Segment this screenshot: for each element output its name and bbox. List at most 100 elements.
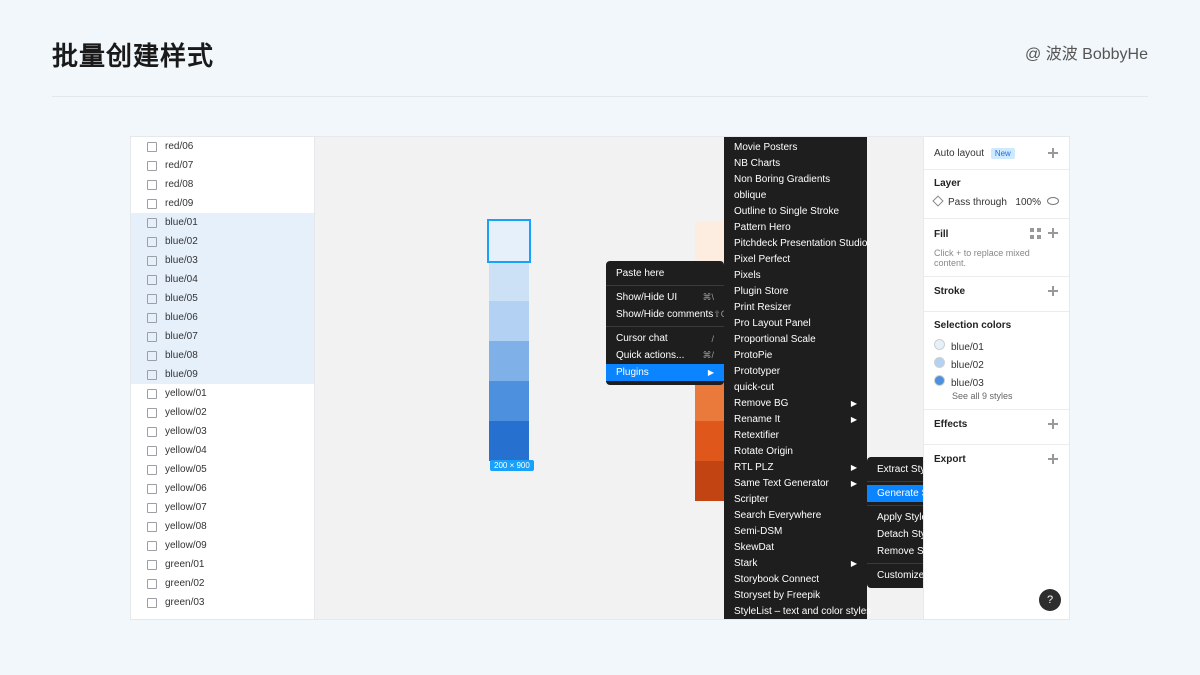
layer-row[interactable]: green/01: [131, 555, 314, 574]
plus-icon[interactable]: [1047, 418, 1059, 430]
layer-name: blue/03: [165, 255, 198, 266]
color-chip: [934, 375, 945, 386]
plugin-menu-item[interactable]: Rotate Origin: [724, 443, 867, 459]
menu-paste-here[interactable]: Paste here: [606, 265, 724, 282]
layer-row[interactable]: green/03: [131, 593, 314, 612]
eye-icon[interactable]: [1047, 197, 1059, 205]
layer-row[interactable]: red/09: [131, 194, 314, 213]
menu-label: Show/Hide UI: [616, 292, 677, 303]
plugin-menu-item[interactable]: SkewDat: [724, 539, 867, 555]
blue-swatch-column[interactable]: [489, 221, 529, 461]
layer-row[interactable]: yellow/07: [131, 498, 314, 517]
design-panel: Auto layout New Layer Pass through 100% …: [923, 137, 1069, 619]
menu-quick-actions[interactable]: Quick actions...⌘/: [606, 347, 724, 364]
layer-name: blue/06: [165, 312, 198, 323]
menu-showhide-comments[interactable]: Show/Hide comments⇧C: [606, 306, 724, 323]
layer-row[interactable]: red/08: [131, 175, 314, 194]
opacity-value[interactable]: 100%: [1015, 197, 1041, 208]
layer-row[interactable]: blue/08: [131, 346, 314, 365]
plugin-menu-item[interactable]: Storyset by Freepik: [724, 587, 867, 603]
plugin-menu-item[interactable]: Semi-DSM: [724, 523, 867, 539]
layer-name: red/09: [165, 198, 193, 209]
frame-icon: [147, 503, 157, 513]
frame-icon: [147, 427, 157, 437]
frame-icon: [147, 332, 157, 342]
plugin-menu-item[interactable]: Pixels: [724, 267, 867, 283]
color-swatch[interactable]: [489, 381, 529, 421]
plugin-menu-item[interactable]: Pro Layout Panel: [724, 315, 867, 331]
layer-row[interactable]: blue/05: [131, 289, 314, 308]
plugin-menu-item[interactable]: Retextifier: [724, 427, 867, 443]
layer-row[interactable]: yellow/06: [131, 479, 314, 498]
plugin-menu-item[interactable]: StyleList – text and color styles: [724, 603, 867, 619]
plugin-menu-item[interactable]: Movie Posters: [724, 139, 867, 155]
layer-row[interactable]: yellow/01: [131, 384, 314, 403]
plugin-menu-item[interactable]: Pixel Perfect: [724, 251, 867, 267]
see-all-styles-link[interactable]: See all 9 styles: [952, 391, 1059, 401]
color-swatch[interactable]: [489, 421, 529, 461]
plugin-menu-item[interactable]: Stark▶: [724, 555, 867, 571]
blend-mode-icon: [932, 195, 943, 206]
menu-plugins[interactable]: Plugins▶: [606, 364, 724, 381]
color-swatch[interactable]: [489, 341, 529, 381]
blend-mode-value[interactable]: Pass through: [948, 197, 1007, 208]
layer-row[interactable]: yellow/02: [131, 403, 314, 422]
frame-icon: [147, 522, 157, 532]
plugin-menu-item[interactable]: Non Boring Gradients: [724, 171, 867, 187]
chevron-right-icon: ▶: [851, 399, 857, 408]
plugin-menu-item[interactable]: Search Everywhere: [724, 507, 867, 523]
layer-row[interactable]: yellow/08: [131, 517, 314, 536]
menu-label: Retextifier: [734, 430, 779, 441]
plugin-menu-item[interactable]: Plugin Store: [724, 283, 867, 299]
style-grid-icon[interactable]: [1030, 228, 1041, 239]
plugin-menu-item[interactable]: ProtoPie: [724, 347, 867, 363]
selection-color-row[interactable]: blue/02: [934, 355, 1059, 373]
layer-row[interactable]: blue/02: [131, 232, 314, 251]
selection-color-row[interactable]: blue/03: [934, 373, 1059, 391]
color-swatch[interactable]: [489, 261, 529, 301]
menu-cursor-chat[interactable]: Cursor chat/: [606, 330, 724, 347]
layer-row[interactable]: red/06: [131, 137, 314, 156]
menu-showhide-ui[interactable]: Show/Hide UI⌘\: [606, 289, 724, 306]
plus-icon[interactable]: [1047, 147, 1059, 159]
layer-row[interactable]: yellow/05: [131, 460, 314, 479]
layer-row[interactable]: blue/07: [131, 327, 314, 346]
menu-label: Outline to Single Stroke: [734, 206, 839, 217]
plus-icon[interactable]: [1047, 227, 1059, 239]
color-swatch[interactable]: [489, 301, 529, 341]
layer-row[interactable]: yellow/09: [131, 536, 314, 555]
plus-icon[interactable]: [1047, 285, 1059, 297]
layer-row[interactable]: yellow/04: [131, 441, 314, 460]
plugin-menu-item[interactable]: Pattern Hero: [724, 219, 867, 235]
plus-icon[interactable]: [1047, 453, 1059, 465]
canvas[interactable]: 200 × 900 Paste here Show/Hide UI⌘\ Show…: [315, 137, 923, 619]
frame-icon: [147, 465, 157, 475]
selection-color-row[interactable]: blue/01: [934, 337, 1059, 355]
plugin-menu-item[interactable]: RTL PLZ▶: [724, 459, 867, 475]
plugin-menu-item[interactable]: Pitchdeck Presentation Studio: [724, 235, 867, 251]
plugin-menu-item[interactable]: Same Text Generator▶: [724, 475, 867, 491]
plugin-menu-item[interactable]: Storybook Connect: [724, 571, 867, 587]
plugin-menu-item[interactable]: Remove BG▶: [724, 395, 867, 411]
plugin-menu-item[interactable]: Outline to Single Stroke: [724, 203, 867, 219]
plugin-menu-item[interactable]: quick-cut: [724, 379, 867, 395]
layer-row[interactable]: blue/06: [131, 308, 314, 327]
plugin-menu-item[interactable]: Print Resizer: [724, 299, 867, 315]
plugin-menu-item[interactable]: Scripter: [724, 491, 867, 507]
plugin-menu-item[interactable]: NB Charts: [724, 155, 867, 171]
layer-row[interactable]: blue/01: [131, 213, 314, 232]
plugin-menu-item[interactable]: oblique: [724, 187, 867, 203]
plugin-menu-item[interactable]: Prototyper: [724, 363, 867, 379]
layer-row[interactable]: blue/04: [131, 270, 314, 289]
layer-row[interactable]: yellow/03: [131, 422, 314, 441]
layer-row[interactable]: green/02: [131, 574, 314, 593]
plugin-menu-item[interactable]: Proportional Scale: [724, 331, 867, 347]
plugin-menu-item[interactable]: Rename It▶: [724, 411, 867, 427]
selection-dimensions-label: 200 × 900: [490, 460, 534, 471]
layer-row[interactable]: blue/03: [131, 251, 314, 270]
help-button[interactable]: ?: [1039, 589, 1061, 611]
plugin-menu-item[interactable]: Styler▶: [724, 619, 867, 620]
layer-row[interactable]: blue/09: [131, 365, 314, 384]
color-swatch[interactable]: [489, 221, 529, 261]
layer-row[interactable]: red/07: [131, 156, 314, 175]
